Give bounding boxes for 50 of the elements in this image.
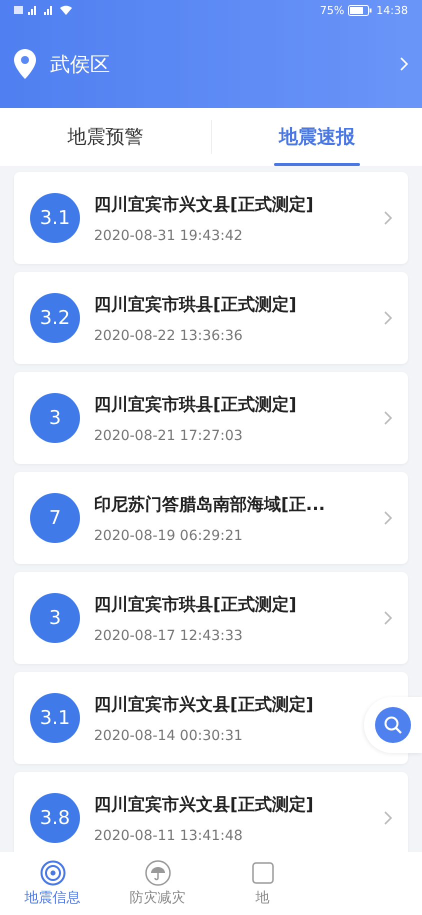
nav-tab[interactable]: 地 — [210, 852, 315, 915]
quake-time: 2020-08-17 12:43:33 — [94, 628, 244, 644]
quake-location: 四川宜宾市兴文县[正式测定] — [94, 194, 315, 216]
quake-time: 2020-08-19 06:29:21 — [94, 528, 244, 544]
quake-location: 印尼苏门答腊岛南部海域[正... — [94, 494, 326, 516]
tab[interactable]: 地震预警 — [0, 108, 210, 166]
magnitude-badge: 3.1 — [30, 693, 80, 743]
quake-time: 2020-08-21 17:27:03 — [94, 428, 244, 444]
radar-icon — [40, 860, 66, 886]
quake-location: 四川宜宾市兴文县[正式测定] — [94, 794, 315, 816]
chevron-right-icon — [384, 411, 392, 425]
chevron-right-icon — [384, 611, 392, 625]
earthquake-card[interactable]: 3.1 四川宜宾市兴文县[正式测定] 2020-08-31 19:43:42 — [14, 172, 408, 264]
tab-icon — [250, 860, 276, 886]
earthquake-card[interactable]: 3.2 四川宜宾市珙县[正式测定] 2020-08-22 13:36:36 — [14, 272, 408, 364]
nav-tab[interactable]: 地震信息 — [0, 852, 105, 915]
umbrella-icon — [144, 860, 170, 886]
magnitude-badge: 3.8 — [30, 793, 80, 843]
earthquake-card[interactable]: 3.1 四川宜宾市兴文县[正式测定] 2020-08-14 00:30:31 — [14, 672, 408, 764]
search-button[interactable] — [375, 707, 411, 743]
quake-time: 2020-08-14 00:30:31 — [94, 728, 244, 744]
quake-location: 四川宜宾市珙县[正式测定] — [94, 294, 298, 316]
magnitude-badge: 3.2 — [30, 293, 80, 343]
earthquake-card[interactable]: 3.8 四川宜宾市兴文县[正式测定] 2020-08-11 13:41:48 — [14, 772, 408, 852]
chevron-right-icon — [400, 57, 408, 71]
quake-time: 2020-08-31 19:43:42 — [94, 228, 244, 244]
nav-tab[interactable]: 防灾减灾 — [105, 852, 210, 915]
quake-time: 2020-08-22 13:36:36 — [94, 328, 244, 344]
chevron-right-icon — [384, 211, 392, 225]
location-pin-icon — [14, 49, 36, 79]
quake-location: 四川宜宾市珙县[正式测定] — [94, 394, 298, 416]
earthquake-card[interactable]: 3 四川宜宾市珙县[正式测定] 2020-08-17 12:43:33 — [14, 572, 408, 664]
search-icon — [383, 715, 403, 735]
chevron-right-icon — [384, 811, 392, 825]
quake-location: 四川宜宾市珙县[正式测定] — [94, 594, 298, 616]
magnitude-badge: 3 — [30, 393, 80, 443]
earthquake-card[interactable]: 7 印尼苏门答腊岛南部海域[正... 2020-08-19 06:29:21 — [14, 472, 408, 564]
magnitude-badge: 3 — [30, 593, 80, 643]
chevron-right-icon — [384, 311, 392, 325]
earthquake-card[interactable]: 3 四川宜宾市珙县[正式测定] 2020-08-21 17:27:03 — [14, 372, 408, 464]
magnitude-badge: 3.1 — [30, 193, 80, 243]
quake-time: 2020-08-11 13:41:48 — [94, 828, 244, 844]
battery-percent: 75% — [320, 4, 344, 16]
location-name[interactable]: 武侯区 — [50, 50, 386, 78]
battery-icon — [348, 4, 372, 16]
quake-location: 四川宜宾市兴文县[正式测定] — [94, 694, 315, 716]
magnitude-badge: 7 — [30, 493, 80, 543]
status-time: 14:38 — [376, 4, 408, 16]
chevron-right-icon — [384, 511, 392, 525]
tab[interactable]: 地震速报 — [212, 108, 422, 166]
